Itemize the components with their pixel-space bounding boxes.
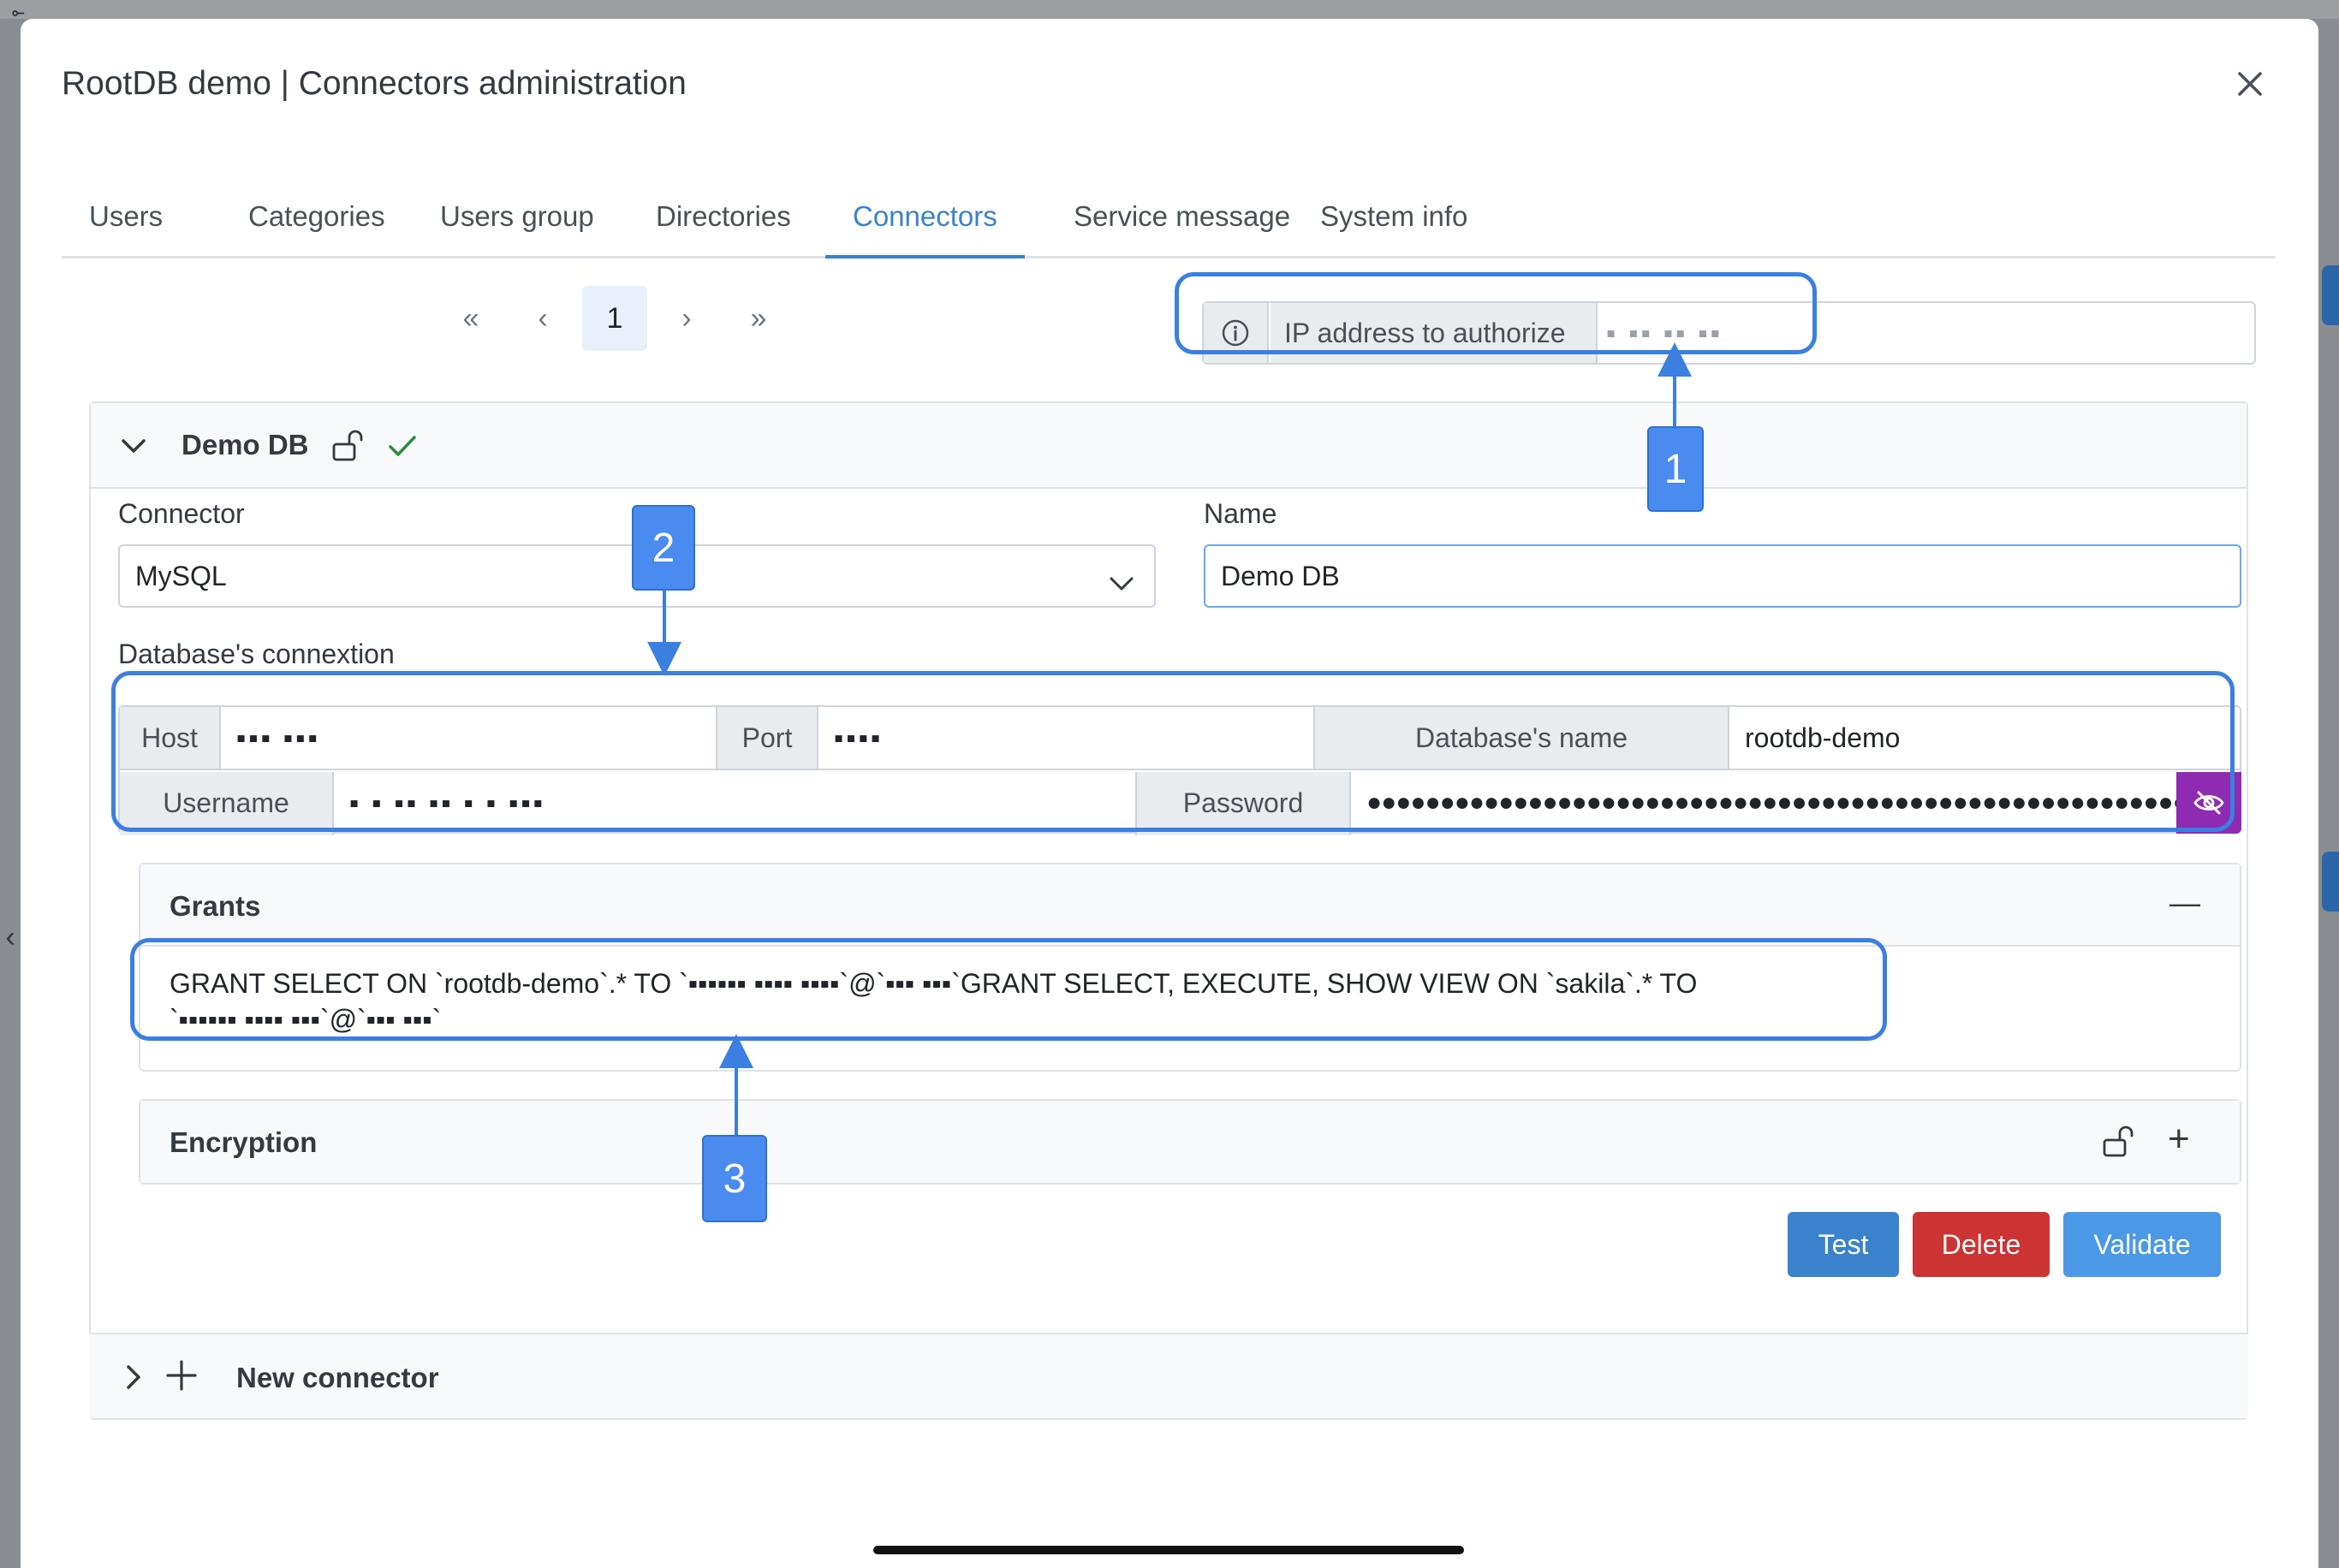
pagination-last-button[interactable]: » [726, 286, 791, 351]
encryption-card-header[interactable]: Encryption + [140, 1101, 2240, 1183]
unlock-icon [2101, 1123, 2135, 1161]
new-connector-row[interactable]: New connector [89, 1333, 2248, 1418]
connexion-label: Database's connextion [118, 638, 395, 669]
tab-users[interactable]: Users [62, 169, 190, 258]
test-button[interactable]: Test [1788, 1212, 1899, 1277]
grants-title: Grants [170, 890, 261, 922]
callout-3: 3 [702, 1135, 767, 1222]
tab-users-group[interactable]: Users group [413, 169, 622, 258]
check-icon [385, 429, 420, 463]
tab-system-info[interactable]: System info [1293, 169, 1495, 258]
tab-service-message[interactable]: Service message [1046, 169, 1318, 258]
admin-tabs: Users Categories Users group Directories… [62, 169, 2276, 258]
unlock-icon [330, 427, 365, 465]
connector-title: Demo DB [182, 429, 309, 460]
collapse-icon[interactable]: — [2169, 885, 2200, 921]
new-connector-label: New connector [236, 1362, 439, 1393]
connector-label: Connector [118, 498, 245, 529]
validate-button[interactable]: Validate [2063, 1212, 2221, 1277]
close-icon[interactable] [2231, 65, 2269, 103]
pagination-prev-button[interactable]: ‹ [510, 286, 575, 351]
connector-select-value: MySQL [135, 561, 227, 591]
grants-card-header: Grants — [140, 864, 2240, 947]
pagination-first-button[interactable]: « [438, 286, 503, 351]
encryption-card: Encryption + [139, 1099, 2241, 1185]
pagination-next-button[interactable]: › [654, 286, 719, 351]
tab-directories[interactable]: Directories [628, 169, 818, 258]
app-logo-icon: ⟜ [12, 3, 25, 21]
home-indicator [873, 1546, 1464, 1554]
tab-connectors[interactable]: Connectors [825, 169, 1025, 258]
highlight-box-grants [130, 938, 1887, 1041]
chevron-down-icon[interactable] [116, 429, 151, 463]
delete-button[interactable]: Delete [1913, 1212, 2050, 1277]
background-accent [2322, 265, 2339, 325]
background-topbar [0, 0, 2339, 19]
encryption-title: Encryption [170, 1126, 318, 1158]
chevron-down-icon [1106, 560, 1137, 591]
expand-icon[interactable]: + [2168, 1118, 2190, 1161]
callout-2: 2 [632, 505, 695, 591]
connector-accordion-header[interactable]: Demo DB [91, 403, 2247, 489]
pagination-page-button[interactable]: 1 [582, 286, 647, 351]
background-accent [2322, 852, 2339, 912]
background-chevron-left-icon: ‹ [5, 921, 15, 953]
chevron-right-icon[interactable] [116, 1360, 151, 1394]
name-label: Name [1204, 498, 1277, 529]
name-input[interactable]: Demo DB [1204, 544, 2241, 608]
highlight-box-ip [1175, 272, 1817, 354]
modal-title: RootDB demo | Connectors administration [62, 65, 687, 102]
callout-1: 1 [1647, 426, 1704, 512]
highlight-box-connexion [111, 671, 2235, 832]
plus-icon [163, 1357, 200, 1394]
tab-categories[interactable]: Categories [221, 169, 413, 258]
